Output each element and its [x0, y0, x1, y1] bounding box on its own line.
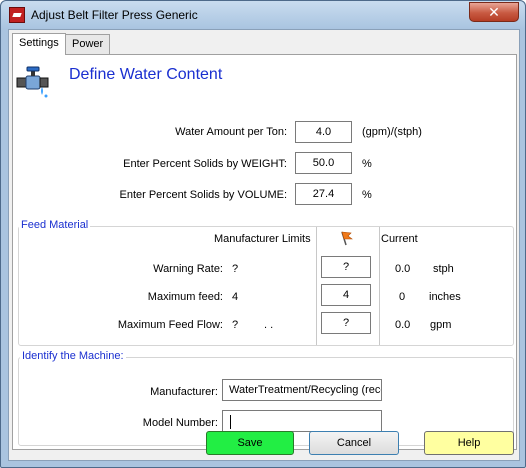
save-button[interactable]: Save: [206, 431, 294, 455]
cancel-button[interactable]: Cancel: [309, 431, 399, 455]
percent-volume-unit: %: [362, 189, 372, 201]
maximum-feed-flow-input[interactable]: ?: [321, 312, 371, 334]
warning-rate-unit: stph: [433, 263, 454, 275]
water-amount-input[interactable]: 4.0: [295, 121, 352, 143]
maximum-feed-flow-limit: ?: [232, 319, 239, 331]
dialog-window: Adjust Belt Filter Press Generic ✕ Setti…: [0, 0, 526, 468]
percent-weight-input[interactable]: 50.0: [295, 152, 352, 174]
dialog-client-area: Settings Power Define Water Content Wate…: [8, 29, 520, 461]
maximum-feed-current: 0: [399, 291, 406, 303]
feed-material-title: Feed Material: [19, 219, 91, 231]
warning-rate-label: Warning Rate:: [153, 263, 223, 275]
text-caret: [230, 415, 231, 429]
maximum-feed-flow-label: Maximum Feed Flow:: [117, 319, 223, 331]
percent-volume-label: Enter Percent Solids by VOLUME:: [119, 189, 287, 201]
manufacturer-limits-header: Manufacturer Limits: [214, 233, 311, 245]
title-bar[interactable]: Adjust Belt Filter Press Generic ✕: [1, 1, 525, 29]
settings-panel: Define Water Content Water Amount per To…: [12, 54, 517, 450]
water-valve-icon: [16, 64, 52, 100]
current-header: Current: [381, 233, 418, 245]
feed-divider-left: [316, 227, 317, 345]
maximum-feed-flow-current: 0.0: [395, 319, 411, 331]
maximum-feed-flow-unit: gpm: [430, 319, 452, 331]
tab-settings[interactable]: Settings: [12, 33, 66, 55]
close-button[interactable]: ✕: [469, 2, 519, 22]
maximum-feed-limit: 4: [232, 291, 239, 303]
percent-volume-input[interactable]: 27.4: [295, 183, 352, 205]
water-amount-label: Water Amount per Ton:: [175, 126, 287, 138]
percent-weight-label: Enter Percent Solids by WEIGHT:: [123, 158, 287, 170]
manufacturer-label: Manufacturer:: [150, 386, 218, 398]
maximum-feed-flow-limit-extra: . .: [264, 319, 274, 331]
window-title: Adjust Belt Filter Press Generic: [31, 8, 198, 22]
manufacturer-field[interactable]: WaterTreatment/Recycling (reco: [222, 379, 382, 401]
percent-weight-unit: %: [362, 158, 372, 170]
maximum-feed-unit: inches: [429, 291, 461, 303]
help-button[interactable]: Help: [424, 431, 514, 455]
tab-power[interactable]: Power: [65, 34, 111, 54]
model-number-input[interactable]: [222, 410, 382, 432]
maximum-feed-label: Maximum feed:: [147, 291, 223, 303]
warning-rate-current: 0.0: [395, 263, 411, 275]
water-amount-unit: (gpm)/(stph): [362, 126, 422, 138]
model-number-label: Model Number:: [142, 417, 218, 429]
warning-rate-limit: ?: [232, 263, 239, 275]
app-icon: [9, 7, 25, 23]
identify-machine-title: Identify the Machine:: [20, 350, 126, 362]
page-title: Define Water Content: [69, 66, 223, 83]
warning-rate-input[interactable]: ?: [321, 256, 371, 278]
feed-divider-right: [379, 227, 380, 345]
orange-flag-icon: [338, 230, 354, 246]
maximum-feed-input[interactable]: 4: [321, 284, 371, 306]
